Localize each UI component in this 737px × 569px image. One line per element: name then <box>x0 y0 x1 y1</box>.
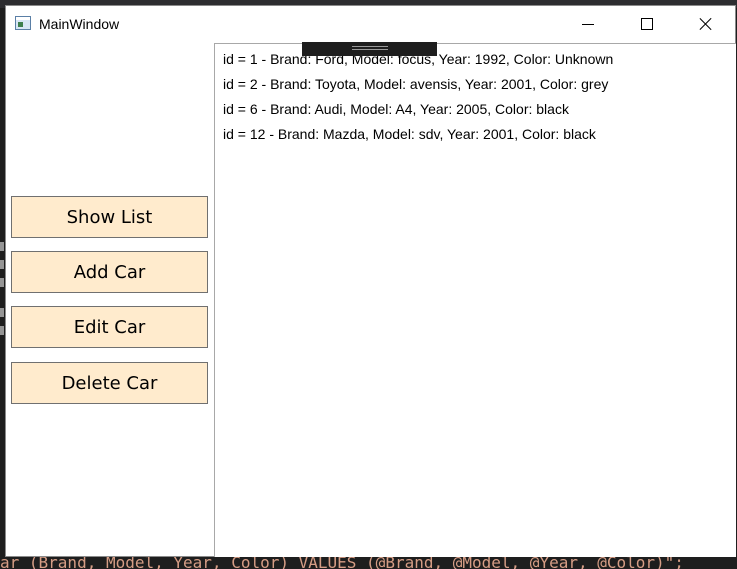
ide-text-fragment <box>0 326 4 335</box>
grip-icon <box>352 46 388 50</box>
list-item[interactable]: id = 2 - Brand: Toyota, Model: avensis, … <box>223 75 608 93</box>
close-icon <box>699 17 713 31</box>
ide-text-fragment <box>0 308 4 317</box>
main-window: MainWindow Show List Add Car Edit Car De… <box>5 5 736 557</box>
show-list-button[interactable]: Show List <box>11 196 208 238</box>
delete-car-button[interactable]: Delete Car <box>11 362 208 404</box>
maximize-button[interactable] <box>618 6 676 42</box>
minimize-button[interactable] <box>559 6 617 42</box>
list-item[interactable]: id = 12 - Brand: Mazda, Model: sdv, Year… <box>223 125 596 143</box>
list-item[interactable]: id = 6 - Brand: Audi, Model: A4, Year: 2… <box>223 100 569 118</box>
ide-text-fragment <box>0 260 4 269</box>
add-car-button[interactable]: Add Car <box>11 251 208 293</box>
car-list[interactable]: id = 1 - Brand: Ford, Model: focus, Year… <box>214 43 736 557</box>
edit-car-button[interactable]: Edit Car <box>11 306 208 348</box>
window-title: MainWindow <box>39 16 120 32</box>
ide-text-fragment <box>0 278 4 287</box>
debug-toolbar-handle[interactable] <box>302 42 437 56</box>
ide-text-fragment <box>0 242 4 251</box>
minimize-icon <box>582 23 594 25</box>
title-bar[interactable]: MainWindow <box>6 6 735 42</box>
close-button[interactable] <box>677 6 735 42</box>
ide-code-line: ar (Brand, Model, Year, Color) VALUES (@… <box>0 556 684 569</box>
app-window-icon <box>15 16 31 30</box>
maximize-icon <box>641 18 653 30</box>
